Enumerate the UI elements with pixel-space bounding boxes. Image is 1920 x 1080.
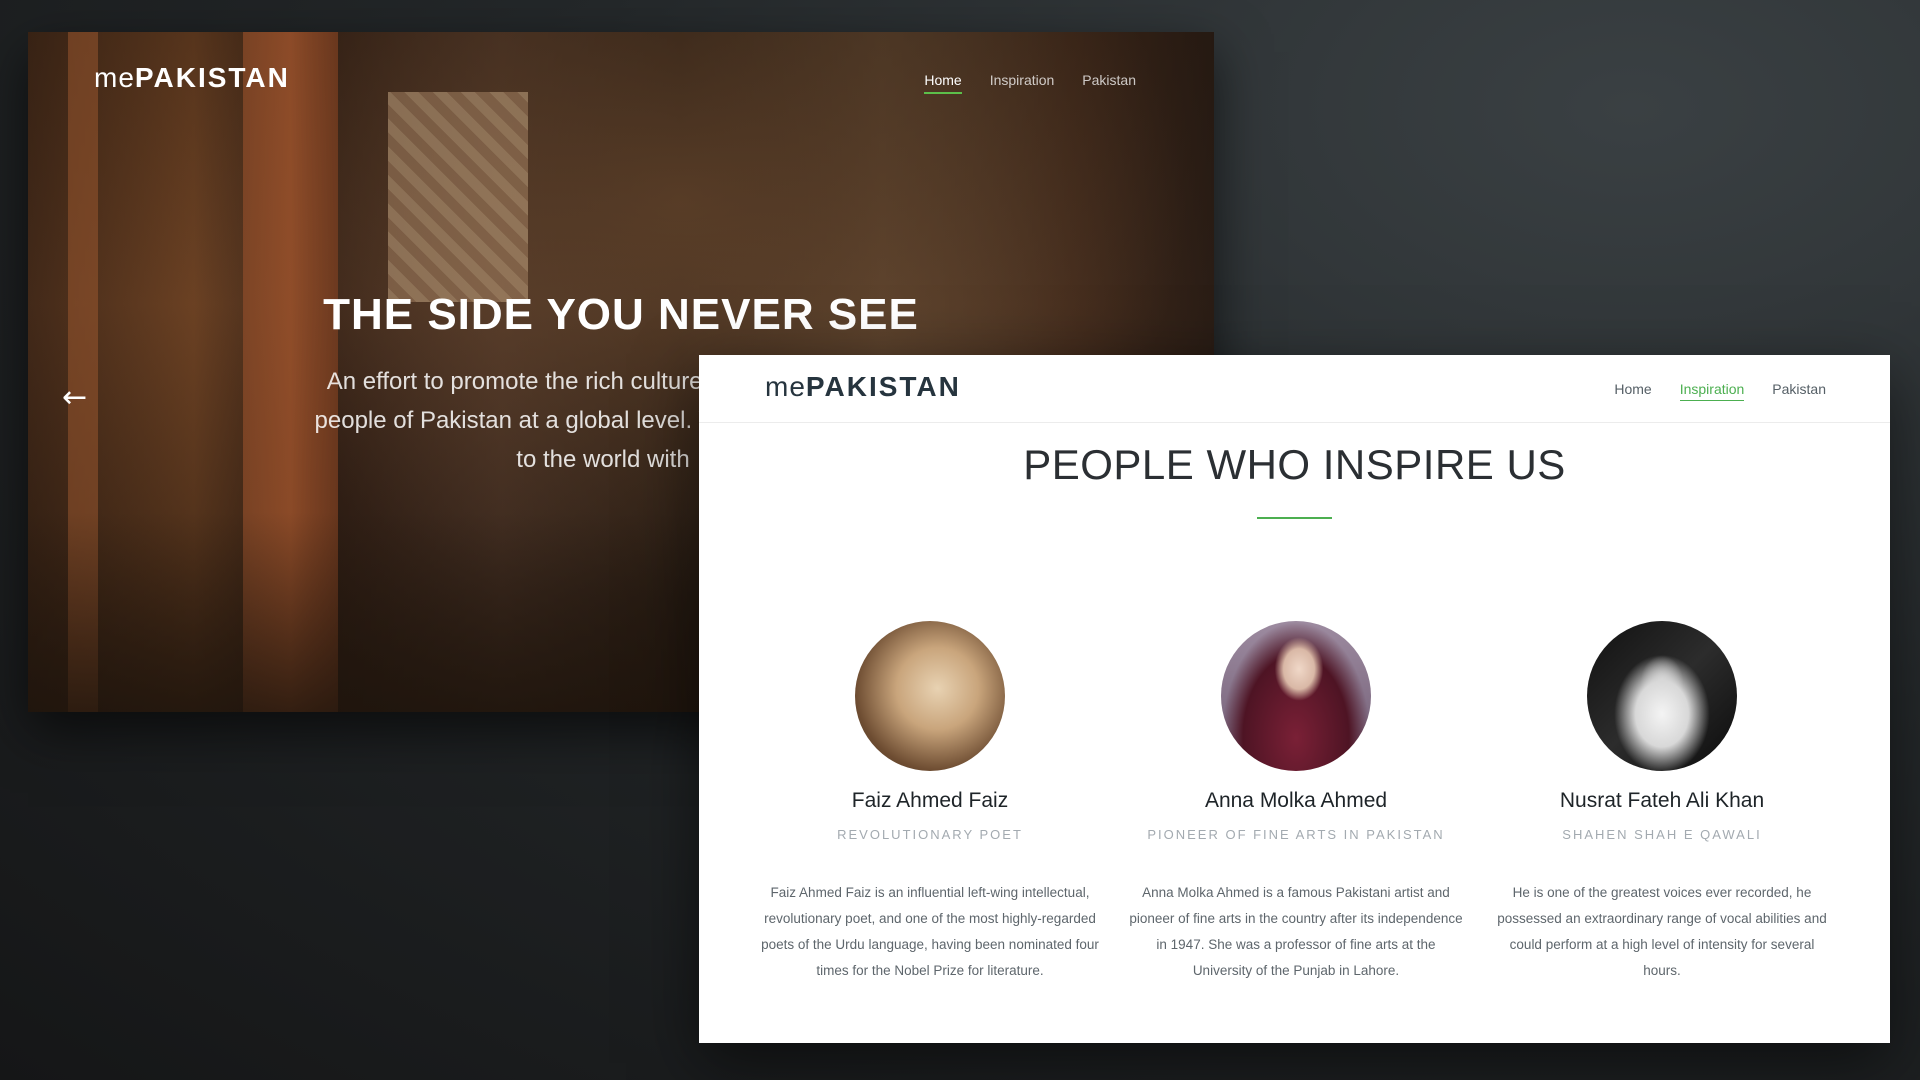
person-role: Pioneer of Fine Arts in Pakistan (1147, 827, 1445, 842)
hero-nav-pakistan[interactable]: Pakistan (1082, 72, 1136, 94)
avatar (855, 621, 1005, 771)
person-bio: He is one of the greatest voices ever re… (1497, 885, 1827, 978)
person-name: Nusrat Fateh Ali Khan (1559, 789, 1765, 812)
person-card: Anna Molka Ahmed Pioneer of Fine Arts in… (1113, 621, 1479, 984)
hero-nav-home[interactable]: Home (924, 72, 962, 94)
arrow-left-icon[interactable]: ← (62, 380, 87, 415)
inspiration-logo-light: me (765, 371, 806, 402)
person-role: Revolutionary Poet (837, 827, 1023, 842)
avatar (1587, 621, 1737, 771)
people-list: Faiz Ahmed Faiz Revolutionary Poet Faiz … (747, 621, 1847, 984)
avatar (1221, 621, 1371, 771)
section-heading: PEOPLE WHO INSPIRE US (1023, 441, 1566, 488)
hero-logo[interactable]: mePAKISTAN (94, 62, 290, 94)
person-role: Shahen Shah E Qawali (1562, 827, 1762, 842)
hero-photo-poster (388, 92, 528, 302)
inspiration-logo[interactable]: mePAKISTAN (765, 371, 961, 403)
person-name: Faiz Ahmed Faiz (851, 789, 1009, 812)
person-bio: Anna Molka Ahmed is a famous Pakistani a… (1129, 885, 1463, 978)
hero-logo-bold: PAKISTAN (134, 62, 290, 93)
inspiration-nav-pakistan[interactable]: Pakistan (1772, 381, 1826, 401)
inspiration-screenshot: mePAKISTAN Home Inspiration Pakistan PEO… (699, 355, 1890, 1043)
inspiration-header: mePAKISTAN Home Inspiration Pakistan (699, 355, 1890, 423)
hero-title: THE SIDE YOU NEVER SEE (323, 290, 919, 339)
person-name: Anna Molka Ahmed (1204, 789, 1388, 812)
hero-nav: Home Inspiration Pakistan (924, 72, 1136, 94)
hero-nav-inspiration[interactable]: Inspiration (990, 72, 1055, 94)
person-card: Nusrat Fateh Ali Khan Shahen Shah E Qawa… (1479, 621, 1845, 984)
inspiration-logo-bold: PAKISTAN (805, 371, 961, 402)
person-bio: Faiz Ahmed Faiz is an influential left-w… (761, 885, 1099, 978)
hero-logo-light: me (94, 62, 135, 93)
inspiration-nav: Home Inspiration Pakistan (1614, 381, 1826, 401)
inspiration-nav-home[interactable]: Home (1614, 381, 1651, 401)
heading-divider (1257, 517, 1332, 519)
person-card: Faiz Ahmed Faiz Revolutionary Poet Faiz … (747, 621, 1113, 984)
inspiration-nav-inspiration[interactable]: Inspiration (1679, 381, 1745, 401)
